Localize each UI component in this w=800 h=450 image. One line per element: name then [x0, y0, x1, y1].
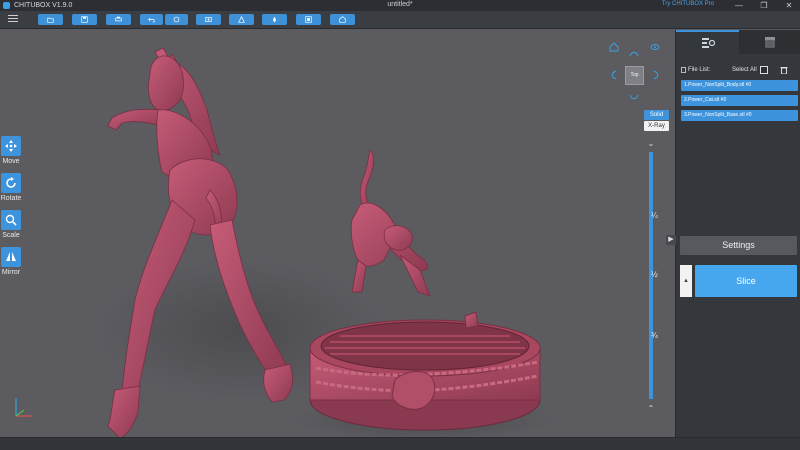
slice-button[interactable]: Slice — [695, 265, 797, 297]
base-model — [309, 311, 541, 431]
view-down-icon[interactable] — [629, 92, 639, 102]
move-button[interactable] — [1, 136, 21, 156]
cat-model — [350, 149, 431, 297]
file-list-item[interactable]: 3.Power_NonSplit_Base.stl #0 — [681, 110, 798, 121]
mirror-label: Mirror — [1, 269, 21, 276]
axis-gizmo — [15, 398, 32, 417]
machine-settings-button[interactable] — [330, 14, 355, 25]
tab-model-settings[interactable] — [676, 30, 739, 54]
rotate-label: Rotate — [0, 195, 22, 202]
chitubox-logo-icon — [3, 2, 10, 9]
toolbar — [0, 11, 800, 29]
slider-top-arrow[interactable]: ⌄ — [646, 140, 656, 148]
try-pro-link[interactable]: Try CHITUBOX Pro — [662, 1, 714, 7]
settings-icon — [339, 16, 346, 23]
redo-icon — [173, 16, 180, 23]
print-icon — [115, 16, 122, 22]
view-up-icon[interactable] — [629, 49, 639, 59]
move-tool[interactable]: Move — [0, 136, 22, 165]
view-left-icon[interactable] — [609, 70, 619, 80]
slice-options-button[interactable]: ▲ — [680, 265, 692, 297]
3d-viewport[interactable]: Move Rotate Scale Mirror — [0, 30, 675, 437]
scale-tool[interactable]: Scale — [0, 210, 22, 239]
select-all-label[interactable]: Select All — [732, 67, 757, 73]
repair-button[interactable] — [296, 14, 321, 25]
title-bar: CHITUBOX V1.9.0 untitled* Try CHITUBOX P… — [0, 0, 800, 11]
rotate-tool[interactable]: Rotate — [0, 173, 22, 202]
minimize-button[interactable]: — — [728, 0, 750, 11]
status-bar — [0, 437, 800, 450]
move-icon — [5, 140, 17, 152]
panel-collapse-button[interactable]: ▶ — [666, 235, 676, 245]
repair-icon — [305, 16, 312, 23]
mirror-tool[interactable]: Mirror — [0, 247, 22, 276]
view-right-icon[interactable] — [651, 70, 661, 80]
file-list-item[interactable]: 2.Power_Cat.stl #0 — [681, 95, 798, 106]
move-label: Move — [2, 158, 20, 165]
hollow-icon — [238, 16, 245, 23]
file-list-header: File List: Select All — [681, 66, 799, 76]
save-button[interactable] — [72, 14, 97, 25]
slider-bottom-arrow[interactable]: ⌃ — [646, 405, 656, 413]
file-list-icon — [681, 67, 686, 73]
settings-button[interactable]: Settings — [680, 236, 797, 255]
print-button[interactable] — [106, 14, 131, 25]
tab-printer[interactable] — [739, 30, 800, 54]
app-title: CHITUBOX V1.9.0 — [14, 2, 73, 9]
scene-render — [100, 47, 555, 437]
xray-mode-button[interactable]: X-Ray — [644, 121, 669, 131]
drill-button[interactable] — [262, 14, 287, 25]
scale-button[interactable] — [1, 210, 21, 230]
hollow-button[interactable] — [229, 14, 254, 25]
eye-view-icon[interactable] — [650, 42, 660, 52]
view-cube[interactable]: Top — [625, 66, 644, 85]
menu-icon[interactable] — [8, 15, 18, 25]
file-list-item[interactable]: 1.Power_NonSplit_Body.stl #0 — [681, 80, 798, 91]
scale-icon — [5, 214, 17, 226]
rotate-icon — [6, 177, 16, 188]
printer-icon — [765, 37, 775, 48]
scale-label: Scale — [2, 232, 20, 239]
undo-button[interactable] — [140, 14, 163, 25]
mirror-button[interactable] — [1, 247, 21, 267]
maximize-button[interactable]: ❐ — [753, 0, 775, 11]
rotate-button[interactable] — [1, 173, 21, 193]
panel-tabs — [676, 30, 800, 54]
mirror-icon — [6, 252, 16, 261]
open-file-button[interactable] — [38, 14, 63, 25]
model-settings-icon — [701, 38, 715, 48]
slider-mark-half: ½ — [651, 270, 658, 279]
solid-mode-button[interactable]: Solid — [644, 110, 669, 120]
delete-icon[interactable] — [780, 66, 788, 74]
close-button[interactable]: ✕ — [778, 0, 800, 11]
select-all-checkbox[interactable] — [760, 66, 768, 74]
file-list-label: File List: — [688, 67, 711, 73]
undo-icon — [148, 17, 155, 23]
home-view-icon[interactable] — [609, 42, 619, 52]
drill-icon — [273, 16, 276, 23]
open-file-icon — [47, 17, 54, 23]
slider-mark-quarter: ¼ — [651, 211, 658, 220]
redo-button[interactable] — [165, 14, 188, 25]
right-panel: File List: Select All 1.Power_NonSplit_B… — [675, 30, 800, 437]
save-icon — [81, 16, 88, 23]
screenshot-button[interactable] — [196, 14, 221, 25]
slider-mark-three-quarter: ¾ — [651, 331, 658, 340]
screenshot-icon — [205, 17, 212, 22]
